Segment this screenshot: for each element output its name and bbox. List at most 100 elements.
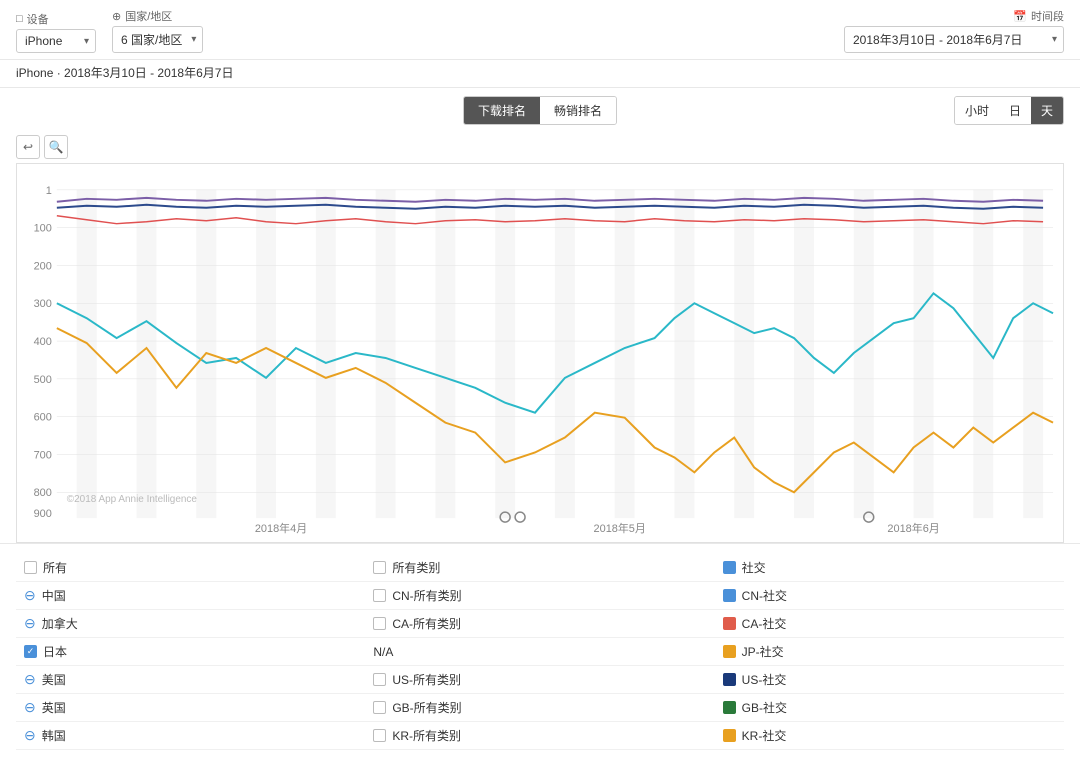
- svg-text:200: 200: [34, 260, 52, 272]
- legend-japan-label: 日本: [43, 643, 67, 660]
- svg-text:100: 100: [34, 223, 52, 235]
- tab-sales[interactable]: 畅销排名: [540, 97, 616, 124]
- legend-cn-category[interactable]: CN-所有类别: [365, 582, 714, 610]
- top-bar: □ 设备 iPhone ⊕ 国家/地区 6 国家/地区 📅 时间段 2018年3…: [0, 0, 1080, 60]
- legend-us-icon: ⊖: [24, 671, 36, 688]
- legend-canada[interactable]: ⊖ 加拿大: [16, 610, 365, 638]
- legend-kr-social-label: KR-社交: [742, 727, 787, 744]
- legend-all-label: 所有: [43, 559, 67, 576]
- legend-kr-social[interactable]: KR-社交: [715, 722, 1064, 750]
- subtitle: iPhone · 2018年3月10日 - 2018年6月7日: [0, 60, 1080, 88]
- legend-ca-category-label: CA-所有类别: [392, 615, 461, 632]
- chart-area: 1 100 200 300 400 500 600 700 800 900: [16, 163, 1064, 543]
- legend-kr-category-label: KR-所有类别: [392, 727, 461, 744]
- svg-text:600: 600: [34, 412, 52, 424]
- region-select[interactable]: 6 国家/地区: [112, 26, 203, 53]
- legend-japan[interactable]: 日本: [16, 638, 365, 666]
- legend-all-checkbox[interactable]: [24, 561, 37, 574]
- zoom-btn[interactable]: 🔍: [44, 135, 68, 159]
- legend-uk[interactable]: ⊖ 英国: [16, 694, 365, 722]
- region-field: ⊕ 国家/地区 6 国家/地区: [112, 8, 203, 53]
- legend-canada-label: 加拿大: [42, 615, 78, 632]
- device-select[interactable]: iPhone: [16, 29, 96, 53]
- tab-download[interactable]: 下载排名: [464, 97, 540, 124]
- legend-jp-social-label: JP-社交: [742, 643, 784, 660]
- legend-us-social-label: US-社交: [742, 671, 787, 688]
- legend-cn-social[interactable]: CN-社交: [715, 582, 1064, 610]
- time-label: 📅 时间段: [1013, 8, 1064, 24]
- legend-us-social[interactable]: US-社交: [715, 666, 1064, 694]
- legend-japan-checkbox[interactable]: [24, 645, 37, 658]
- legend-cn-social-swatch[interactable]: [723, 589, 736, 602]
- legend-china[interactable]: ⊖ 中国: [16, 582, 365, 610]
- device-label: □ 设备: [16, 11, 96, 27]
- legend-uk-icon: ⊖: [24, 699, 36, 716]
- legend-kr-social-swatch[interactable]: [723, 729, 736, 742]
- legend-us-label: 美国: [42, 671, 66, 688]
- legend-china-icon: ⊖: [24, 587, 36, 604]
- legend-gb-social[interactable]: GB-社交: [715, 694, 1064, 722]
- legend-ca-social-swatch[interactable]: [723, 617, 736, 630]
- legend-gb-social-label: GB-社交: [742, 699, 787, 716]
- svg-text:1: 1: [46, 185, 52, 197]
- legend-korea[interactable]: ⊖ 韩国: [16, 722, 365, 750]
- legend-kr-category[interactable]: KR-所有类别: [365, 722, 714, 750]
- legend-all-category-swatch[interactable]: [373, 561, 386, 574]
- legend-gb-category-label: GB-所有类别: [392, 699, 461, 716]
- legend-gb-social-swatch[interactable]: [723, 701, 736, 714]
- svg-text:2018年5月: 2018年5月: [594, 521, 646, 535]
- legend-all-category[interactable]: 所有类别: [365, 554, 714, 582]
- svg-text:©2018 App Annie Intelligence: ©2018 App Annie Intelligence: [67, 494, 198, 505]
- legend-area: 所有 所有类别 社交 ⊖ 中国 CN-所有类别 CN-社交 ⊖ 加拿大 CA-所…: [0, 543, 1080, 760]
- legend-gb-category[interactable]: GB-所有类别: [365, 694, 714, 722]
- chart-controls: ↩ 🔍: [0, 133, 1080, 163]
- legend-social[interactable]: 社交: [715, 554, 1064, 582]
- legend-ca-social[interactable]: CA-社交: [715, 610, 1064, 638]
- device-field: □ 设备 iPhone: [16, 11, 96, 53]
- time-field: 📅 时间段 2018年3月10日 - 2018年6月7日: [844, 8, 1064, 53]
- legend-us-category-label: US-所有类别: [392, 671, 461, 688]
- legend-cn-social-label: CN-社交: [742, 587, 787, 604]
- legend-uk-label: 英国: [42, 699, 66, 716]
- legend-us-category-swatch[interactable]: [373, 673, 386, 686]
- legend-korea-icon: ⊖: [24, 727, 36, 744]
- svg-text:400: 400: [34, 336, 52, 348]
- week-btn[interactable]: 天: [1031, 97, 1063, 124]
- day-btn[interactable]: 日: [999, 97, 1031, 124]
- legend-ca-category[interactable]: CA-所有类别: [365, 610, 714, 638]
- legend-gb-category-swatch[interactable]: [373, 701, 386, 714]
- legend-ca-social-label: CA-社交: [742, 615, 787, 632]
- legend-na: N/A: [365, 638, 714, 666]
- svg-text:500: 500: [34, 374, 52, 386]
- svg-text:300: 300: [34, 298, 52, 310]
- legend-us[interactable]: ⊖ 美国: [16, 666, 365, 694]
- legend-all[interactable]: 所有: [16, 554, 365, 582]
- legend-us-social-swatch[interactable]: [723, 673, 736, 686]
- tab-group: 下载排名 畅销排名: [463, 96, 617, 125]
- monitor-icon: □: [16, 13, 23, 25]
- legend-jp-social[interactable]: JP-社交: [715, 638, 1064, 666]
- legend-jp-social-swatch[interactable]: [723, 645, 736, 658]
- chart-svg: 1 100 200 300 400 500 600 700 800 900: [17, 164, 1063, 542]
- legend-social-label: 社交: [742, 559, 766, 576]
- legend-social-swatch[interactable]: [723, 561, 736, 574]
- undo-btn[interactable]: ↩: [16, 135, 40, 159]
- legend-korea-label: 韩国: [42, 727, 66, 744]
- legend-kr-category-swatch[interactable]: [373, 729, 386, 742]
- legend-ca-category-swatch[interactable]: [373, 617, 386, 630]
- svg-text:900: 900: [34, 508, 52, 520]
- time-select[interactable]: 2018年3月10日 - 2018年6月7日: [844, 26, 1064, 53]
- chart-toolbar: 下载排名 畅销排名 小时 日 天: [0, 88, 1080, 133]
- time-granularity-group: 小时 日 天: [954, 96, 1064, 125]
- legend-all-category-label: 所有类别: [392, 559, 440, 576]
- svg-text:800: 800: [34, 487, 52, 499]
- legend-cn-category-swatch[interactable]: [373, 589, 386, 602]
- legend-na-label: N/A: [373, 645, 393, 659]
- legend-cn-category-label: CN-所有类别: [392, 587, 461, 604]
- legend-china-label: 中国: [42, 587, 66, 604]
- legend-us-category[interactable]: US-所有类别: [365, 666, 714, 694]
- svg-text:2018年6月: 2018年6月: [887, 521, 939, 535]
- hour-btn[interactable]: 小时: [955, 97, 999, 124]
- calendar-icon: 📅: [1013, 10, 1027, 23]
- region-label: ⊕ 国家/地区: [112, 8, 203, 24]
